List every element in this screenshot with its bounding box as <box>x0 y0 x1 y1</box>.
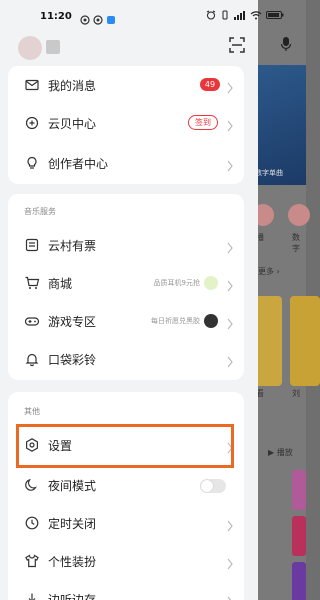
menu-item-label: 商城 <box>48 276 73 291</box>
message-count-badge: 49 <box>200 78 220 91</box>
side-drawer: 我的消息 49 云贝中心 签到 创作者中心 音乐服务 云村有票 商城 品质耳机9… <box>0 0 258 600</box>
status-notification-icons <box>80 10 116 25</box>
bg-more-link: 更多 › <box>258 267 280 276</box>
menu-item-game-zone[interactable]: 游戏专区 每日祈愿兑黑胶 <box>8 302 244 340</box>
bg-play-button: ▶ 播放 <box>268 448 293 457</box>
bg-thumb <box>292 562 306 600</box>
mic-icon <box>280 36 292 56</box>
bg-card <box>290 296 320 386</box>
promo-text: 品质耳机9元抢 <box>153 279 200 287</box>
mall-promo: 品质耳机9元抢 <box>154 276 218 290</box>
promo-text: 每日祈愿兑黑胶 <box>151 317 200 325</box>
coin-icon <box>24 115 40 131</box>
chevron-right-icon <box>226 517 234 532</box>
menu-item-night-mode[interactable]: 夜间模式 <box>8 466 244 504</box>
menu-item-ringtone[interactable]: 口袋彩铃 <box>8 340 244 378</box>
settings-highlight-box <box>16 424 234 468</box>
status-time: 11:20 <box>40 11 72 22</box>
scan-icon[interactable] <box>228 36 246 54</box>
status-bar: 11:20 <box>0 0 306 34</box>
bg-thumb <box>292 470 306 510</box>
menu-item-creator-center[interactable]: 创作者中心 <box>8 144 244 182</box>
menu-item-timer-close[interactable]: 定时关闭 <box>8 504 244 542</box>
menu-item-label: 游戏专区 <box>48 314 97 329</box>
cart-icon <box>24 275 40 291</box>
ticket-icon <box>24 237 40 253</box>
bg-banner-text: 数字单曲 <box>255 169 283 177</box>
moon-icon <box>24 477 40 493</box>
chevron-right-icon <box>226 353 234 368</box>
menu-card-account: 我的消息 49 云贝中心 签到 创作者中心 <box>8 66 244 184</box>
menu-item-mall[interactable]: 商城 品质耳机9元抢 <box>8 264 244 302</box>
menu-item-label: 云村有票 <box>48 238 97 253</box>
battery-icon <box>266 10 284 22</box>
menu-item-label: 边听边存 <box>48 592 97 600</box>
status-right-icons <box>206 10 284 22</box>
clock-icon <box>24 515 40 531</box>
chevron-right-icon <box>226 239 234 254</box>
vibrate-icon <box>220 10 230 22</box>
notification-icon <box>93 10 103 25</box>
bg-category-label: 数字 <box>292 233 300 253</box>
gamepad-icon <box>24 313 40 329</box>
shirt-icon <box>24 553 40 569</box>
wifi-icon <box>250 10 262 22</box>
menu-item-label: 我的消息 <box>48 78 97 93</box>
menu-item-label: 定时关闭 <box>48 516 97 531</box>
menu-item-listen-save[interactable]: 边听边存 <box>8 580 244 600</box>
avatar[interactable] <box>18 36 42 60</box>
earphone-thumbnail <box>204 276 218 290</box>
menu-item-messages[interactable]: 我的消息 49 <box>8 66 244 104</box>
section-title: 其他 <box>24 407 40 416</box>
bg-banner <box>250 65 306 185</box>
chevron-right-icon <box>226 277 234 292</box>
menu-item-label: 个性装扮 <box>48 554 97 569</box>
alarm-icon <box>206 10 216 22</box>
bell-icon <box>24 351 40 367</box>
menu-item-ticket[interactable]: 云村有票 <box>8 226 244 264</box>
app-notification-icon <box>106 10 116 24</box>
menu-card-music-service: 音乐服务 云村有票 商城 品质耳机9元抢 游戏专区 每日祈愿兑黑胶 口袋彩铃 <box>8 194 244 380</box>
game-thumbnail <box>204 314 218 328</box>
toggle-knob <box>201 480 213 492</box>
download-icon <box>24 591 40 600</box>
game-promo: 每日祈愿兑黑胶 <box>151 314 218 328</box>
signal-icon <box>234 10 246 22</box>
menu-item-label: 创作者中心 <box>48 156 109 171</box>
notification-icon <box>80 10 90 25</box>
chevron-right-icon <box>226 79 234 94</box>
bulb-icon <box>24 155 40 171</box>
section-title: 音乐服务 <box>24 207 56 216</box>
menu-item-label: 夜间模式 <box>48 478 97 493</box>
chevron-right-icon <box>226 117 234 132</box>
sign-in-button[interactable]: 签到 <box>188 115 218 130</box>
bg-category-icon <box>288 204 310 226</box>
menu-item-label: 云贝中心 <box>48 116 97 131</box>
chevron-right-icon <box>226 315 234 330</box>
chevron-right-icon <box>226 593 234 600</box>
chevron-right-icon <box>226 157 234 172</box>
bg-thumb <box>292 516 306 556</box>
menu-item-label: 口袋彩铃 <box>48 352 97 367</box>
menu-item-theme[interactable]: 个性装扮 <box>8 542 244 580</box>
chevron-right-icon <box>226 555 234 570</box>
envelope-icon <box>24 77 40 93</box>
menu-item-coin-center[interactable]: 云贝中心 签到 <box>8 104 244 142</box>
username-placeholder[interactable] <box>46 40 60 54</box>
night-mode-toggle[interactable] <box>200 479 226 493</box>
bg-card-label: 刘 <box>292 389 300 398</box>
